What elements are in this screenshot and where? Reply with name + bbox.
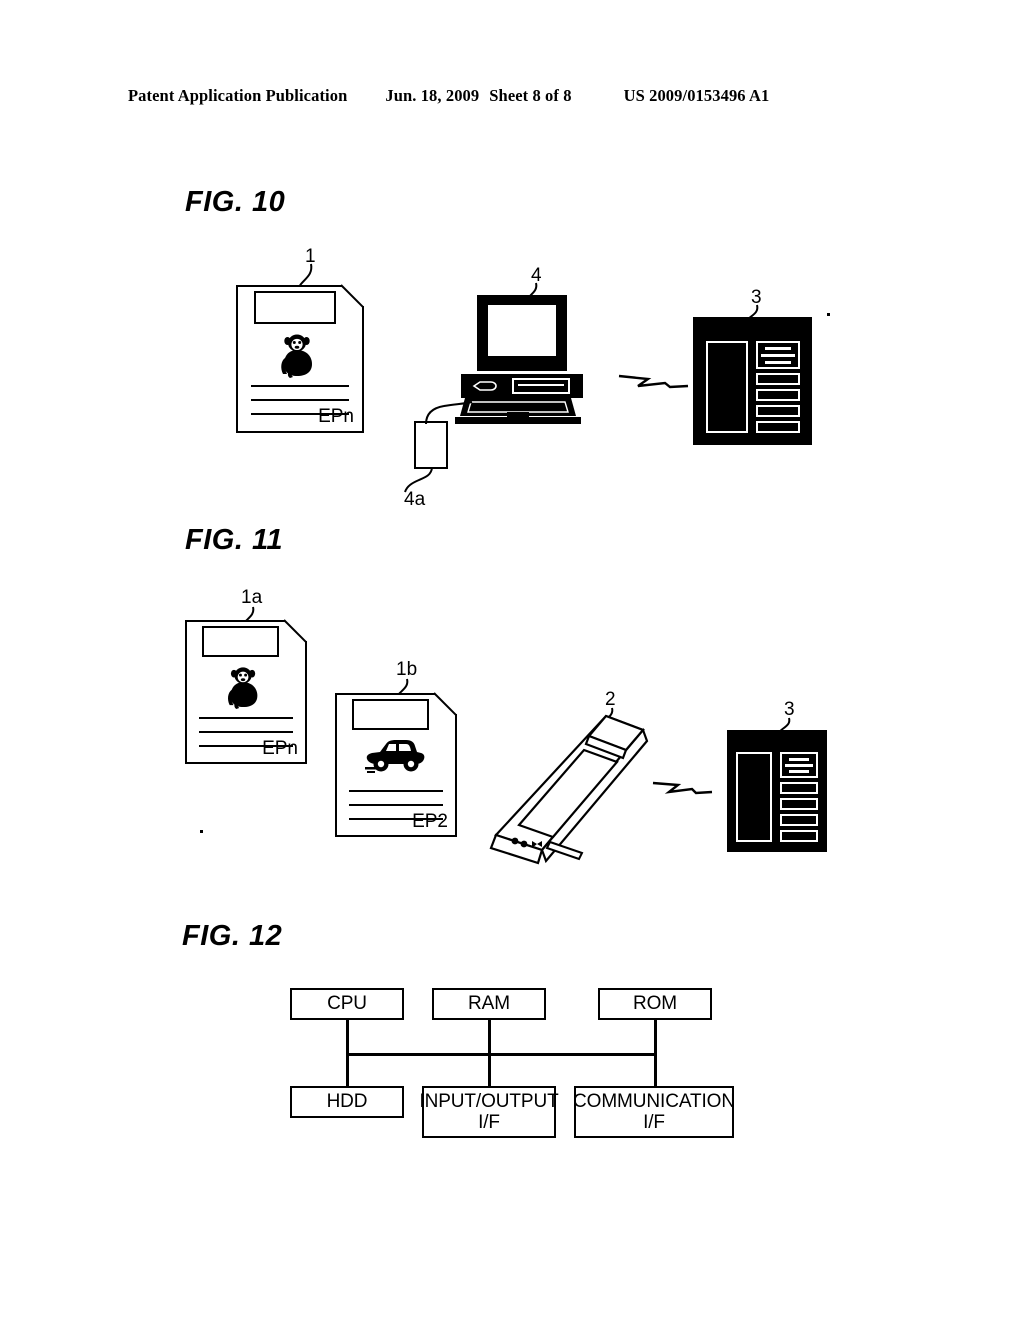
block-comm-label-line2: I/F [643, 1112, 665, 1133]
tablet-device-2 [489, 714, 649, 865]
server-indicator-bar [765, 347, 791, 350]
server-module [780, 782, 818, 794]
document-label-ep2: EP2 [412, 811, 448, 832]
sheet-number: Sheet 8 of 8 [489, 86, 572, 105]
monkey-icon [276, 331, 320, 379]
server-module [780, 798, 818, 810]
disk-drive-line [518, 384, 564, 386]
page-fold-corner [435, 691, 458, 714]
system-bus-line [346, 1053, 656, 1056]
server-indicator-bar [765, 361, 791, 364]
figure-title-fig12: FIG. 12 [182, 920, 283, 952]
car-icon [363, 738, 429, 778]
document-title-block [254, 291, 336, 324]
server-module [756, 373, 800, 385]
cable-4a-to-keyboard [425, 401, 473, 425]
block-rom: ROM [598, 988, 712, 1020]
server-module [780, 814, 818, 826]
block-communication-if: COMMUNICATION I/F [573, 1086, 735, 1138]
document-label-epn: EPn [318, 406, 354, 427]
block-input-output-if: INPUT/OUTPUT I/F [419, 1086, 559, 1138]
stray-mark [827, 313, 830, 316]
block-comm-label-line1: COMMUNICATION [573, 1090, 735, 1112]
publication-label: Patent Application Publication [128, 86, 348, 105]
server-module [780, 830, 818, 842]
document-title-block [352, 699, 429, 730]
document-1a: EPn [185, 618, 308, 764]
document-text-rule [251, 399, 349, 401]
server-indicator-bar [785, 764, 813, 767]
server-3-fig10 [693, 317, 812, 445]
ref-numeral-4a: 4a [404, 489, 426, 510]
server-indicator-bar [789, 770, 809, 773]
disk-drive-slot [512, 378, 570, 394]
patent-number: US 2009/0153496 A1 [623, 86, 770, 105]
document-text-rule [349, 804, 443, 806]
sheet-header: Patent Application Publication Jun. 18, … [128, 86, 896, 112]
server-indicator-bar [789, 758, 809, 761]
document-text-rule [349, 790, 443, 792]
block-ram: RAM [432, 988, 546, 1020]
server-bay [736, 752, 772, 842]
block-hdd: HDD [290, 1086, 404, 1118]
document-label-epn: EPn [262, 738, 298, 759]
peripheral-device-4a [414, 421, 448, 469]
server-module [756, 389, 800, 401]
publication-date: Jun. 18, 2009 [385, 86, 480, 105]
document-1b: EP2 [335, 691, 458, 837]
document-text-rule [251, 385, 349, 387]
figure-title-fig10: FIG. 10 [185, 186, 286, 218]
document-title-block [202, 626, 279, 657]
document-text-rule [199, 717, 293, 719]
block-hdd-label: HDD [326, 1091, 368, 1113]
document-1: EPn [236, 283, 365, 433]
power-button-icon [472, 381, 497, 391]
server-indicator-bar [761, 354, 795, 357]
network-zigzag-icon [618, 374, 689, 389]
block-io-label-line1: INPUT/OUTPUT [419, 1090, 559, 1112]
page-fold-corner [285, 618, 308, 641]
block-cpu: CPU [290, 988, 404, 1020]
server-module-top [756, 341, 800, 369]
network-zigzag-icon [652, 781, 713, 795]
server-module [756, 405, 800, 417]
document-text-rule [199, 731, 293, 733]
server-3-fig11 [727, 730, 827, 852]
page-fold-corner [342, 283, 365, 306]
monkey-icon [223, 664, 265, 710]
monitor-screen [488, 305, 556, 356]
server-module [756, 421, 800, 433]
server-module-top [780, 752, 818, 778]
figure-title-fig11: FIG. 11 [185, 524, 284, 556]
server-bay [706, 341, 748, 433]
block-io-label-line2: I/F [478, 1112, 500, 1133]
stray-mark [200, 830, 203, 833]
